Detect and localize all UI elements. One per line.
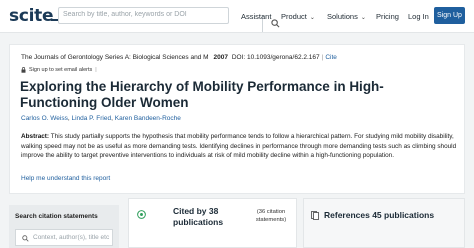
sign-up-alerts-label: Sign up to set email alerts [29,67,93,73]
author-link[interactable]: Linda P. Fried [71,115,111,122]
journal-name[interactable]: The Journals of Gerontology Series A: Bi… [21,54,209,61]
author-link[interactable]: Carlos O. Weiss [21,115,68,122]
nav-pricing[interactable]: Pricing [376,12,399,21]
doi[interactable]: DOI: 10.1093/gerona/62.2.167 [232,54,320,61]
citation-search-input[interactable] [33,234,111,241]
chevron-down-icon: ⌄ [309,15,315,21]
top-navigation-bar: scite Assistant Product⌄ Solutions⌄ Pric… [0,0,474,33]
divider: | [321,54,324,61]
nav-assistant[interactable]: Assistant [241,12,271,21]
references-tab[interactable]: References 45 publications [303,198,465,248]
search-box[interactable] [58,7,280,32]
abstract-text: This study partially supports the hypoth… [21,133,457,160]
sign-up-button[interactable]: Sign Up [434,7,465,24]
citation-quote-icon [137,210,146,219]
search-input[interactable] [63,11,208,18]
search-icon [22,235,29,242]
citation-search-label: Search citation statements [15,213,98,220]
lock-icon [21,67,26,73]
publication-year: 2007 [213,54,228,61]
citation-search-panel: Search citation statements [9,205,119,248]
nav-solutions[interactable]: Solutions ⌄ [327,12,366,21]
nav-login[interactable]: Log In [408,12,429,21]
citation-statements-count: (36 citation statements) [255,209,287,223]
author-list: Carlos O. Weiss, Linda P. Fried, Karen B… [21,115,181,122]
search-icon [271,19,280,28]
email-alerts[interactable]: Sign up to set email alerts | [21,67,100,73]
scite-logo[interactable]: scite [9,6,53,26]
paper-title: Exploring the Hierarchy of Mobility Perf… [20,79,384,110]
divider: | [95,67,97,73]
nav-product[interactable]: Product ⌄ [281,12,315,21]
journal-line: The Journals of Gerontology Series A: Bi… [21,54,337,61]
nav-product-label: Product [281,12,307,21]
abstract: Abstract: This study partially supports … [21,132,459,161]
cited-by-count: Cited by 38 publications [173,206,224,227]
nav-solutions-label: Solutions [327,12,358,21]
paper-card: The Journals of Gerontology Series A: Bi… [9,44,465,194]
author-link[interactable]: Karen Bandeen-Roche [115,115,181,122]
cite-link[interactable]: Cite [325,54,337,61]
chevron-down-icon: ⌄ [360,15,366,21]
help-understand-link[interactable]: Help me understand this report [21,175,110,182]
cited-by-tab[interactable]: Cited by 38 publications (36 citation st… [128,198,297,248]
logo-underscore [51,19,58,21]
citation-search-field[interactable] [15,229,113,246]
references-icon [311,211,319,220]
abstract-label: Abstract: [21,133,50,140]
references-count: References 45 publications [324,210,435,220]
